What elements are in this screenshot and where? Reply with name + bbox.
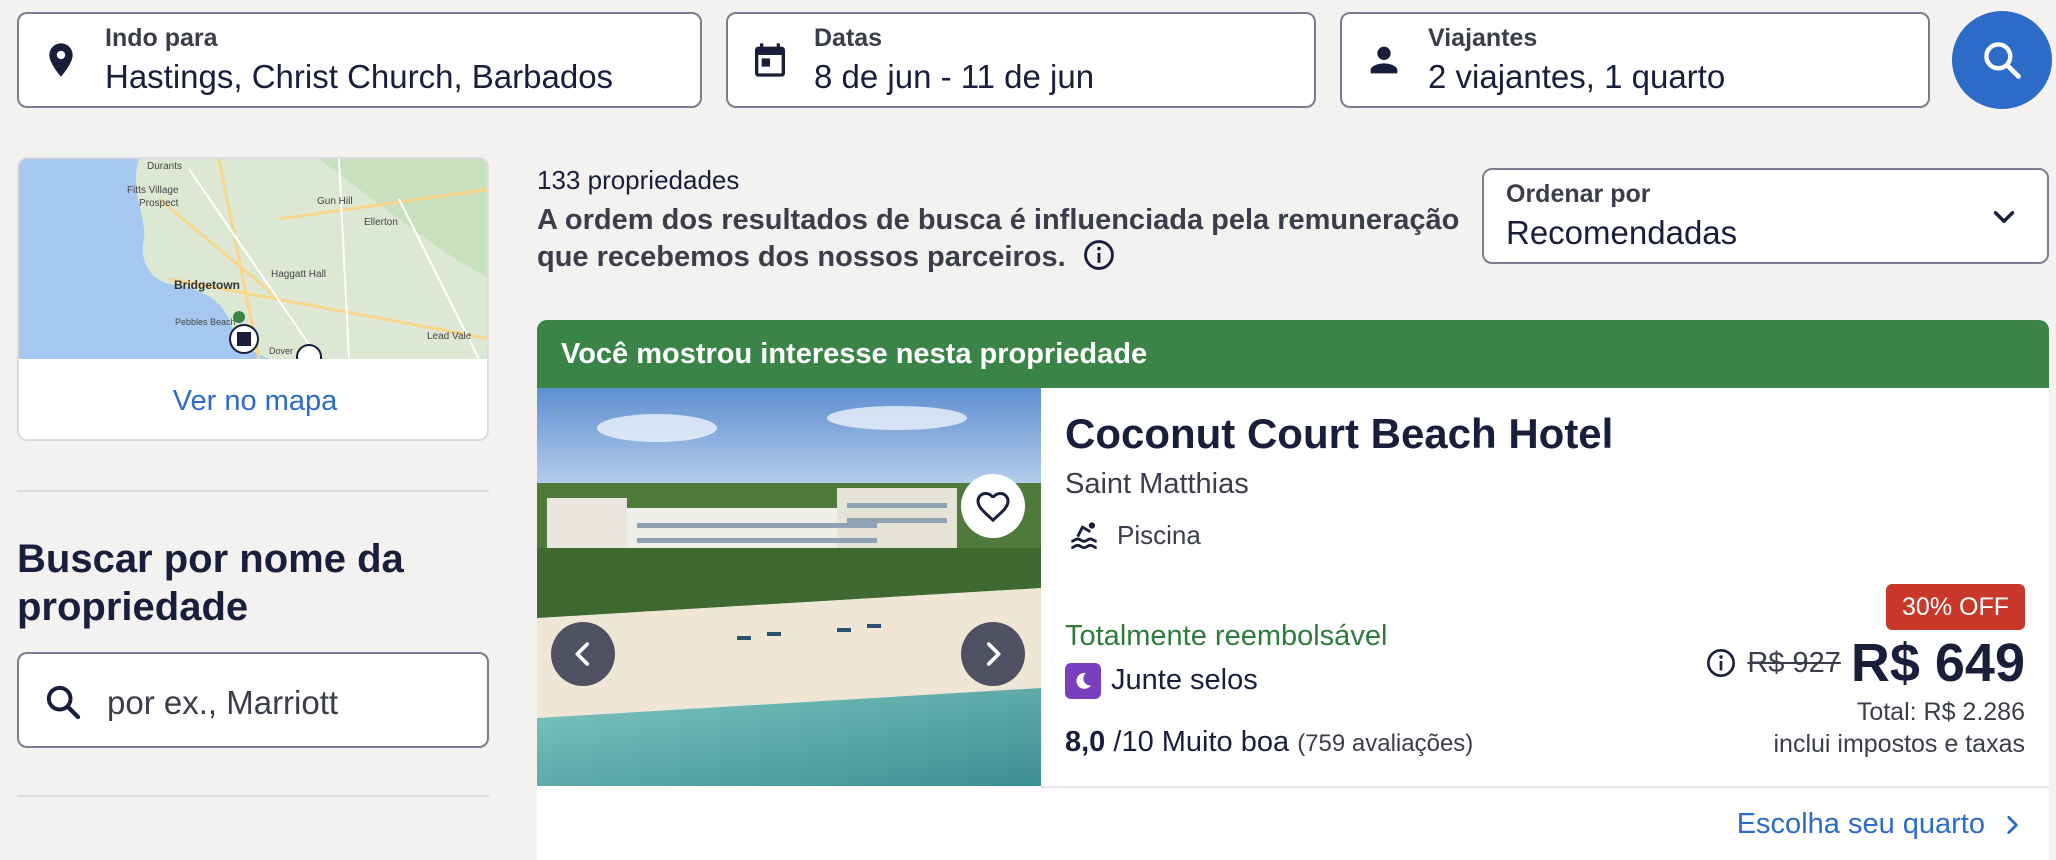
stamp-icon: [1065, 663, 1101, 699]
choose-room-link[interactable]: Escolha seu quarto: [1737, 808, 2025, 841]
original-price: R$ 927: [1747, 646, 1841, 679]
property-name-input[interactable]: por ex., Marriott: [17, 652, 489, 748]
chevron-right-icon: [2007, 815, 2018, 834]
map-label: Dover: [269, 346, 293, 356]
map-label: Haggatt Hall: [271, 269, 326, 280]
chevron-down-icon: [1993, 211, 2015, 223]
map-label: Durants: [147, 161, 182, 172]
property-name[interactable]: Coconut Court Beach Hotel: [1065, 410, 1613, 458]
destination-value: Hastings, Christ Church, Barbados: [105, 58, 614, 95]
refund-status: Totalmente reembolsável: [1065, 620, 1388, 652]
disclaimer-text: A ordem dos resultados de busca é influe…: [537, 204, 1460, 273]
map-thumbnail[interactable]: Durants Fitts Village Prospect Gun Hill …: [19, 159, 489, 359]
map-label: Gun Hill: [317, 196, 353, 207]
amenity-label: Piscina: [1117, 520, 1201, 550]
destination-field[interactable]: Indo para Hastings, Christ Church, Barba…: [17, 12, 702, 108]
heart-icon: [976, 491, 1010, 523]
divider: [17, 795, 489, 797]
hotel-photo-image: [537, 388, 1041, 786]
map-pin-icon: [49, 43, 73, 77]
search-button[interactable]: [1952, 11, 2052, 109]
taxes-note: inclui impostos e taxas: [1773, 730, 2025, 758]
interest-banner: Você mostrou interesse nesta propriedade: [537, 320, 2049, 388]
sort-label: Ordenar por: [1506, 180, 1651, 208]
price-row: R$ 927 R$ 649: [1705, 632, 2025, 694]
property-photo[interactable]: [537, 388, 1041, 786]
property-name-placeholder: por ex., Marriott: [107, 684, 339, 721]
results-count: 133 propriedades: [537, 165, 740, 195]
rating: 8,0 /10 Muito boa (759 avaliações): [1065, 726, 1473, 759]
moon-icon: [1076, 672, 1091, 689]
pool-icon: [1071, 522, 1097, 550]
rating-reviews: (759 avaliações): [1297, 730, 1474, 757]
rating-scale: /10 Muito boa: [1113, 726, 1290, 758]
property-name-search-title: Buscar por nome da propriedade: [17, 537, 404, 629]
sort-dropdown[interactable]: Ordenar por Recomendadas: [1482, 168, 2049, 264]
search-icon: [46, 685, 81, 720]
search-icon: [1984, 42, 2021, 79]
view-map-link[interactable]: Ver no mapa: [19, 359, 487, 439]
dates-label: Datas: [814, 24, 883, 52]
total-price: Total: R$ 2.286: [1856, 698, 2025, 726]
info-icon[interactable]: [1705, 647, 1737, 679]
chevron-left-icon: [575, 642, 590, 666]
choose-room-label: Escolha seu quarto: [1736, 808, 1985, 840]
property-card[interactable]: Você mostrou interesse nesta propriedade: [537, 320, 2049, 860]
travelers-label: Viajantes: [1428, 24, 1538, 52]
next-photo-button[interactable]: [961, 622, 1025, 686]
info-icon[interactable]: [1082, 238, 1116, 272]
rating-score: 8,0: [1065, 726, 1106, 758]
chevron-right-icon: [986, 642, 1001, 666]
map-label: Bridgetown: [174, 278, 240, 292]
card-divider: [1041, 786, 2049, 788]
calendar-icon: [755, 43, 785, 77]
destination-label: Indo para: [105, 24, 218, 52]
person-icon: [1370, 46, 1398, 74]
travelers-value: 2 viajantes, 1 quarto: [1428, 58, 1726, 95]
sort-value: Recomendadas: [1506, 214, 1738, 251]
dates-field[interactable]: Datas 8 de jun - 11 de jun: [726, 12, 1316, 108]
ranking-disclaimer: A ordem dos resultados de busca é influe…: [537, 202, 1467, 275]
divider: [17, 490, 489, 492]
travelers-field[interactable]: Viajantes 2 viajantes, 1 quarto: [1340, 12, 1930, 108]
map-card[interactable]: Durants Fitts Village Prospect Gun Hill …: [17, 157, 489, 441]
map-label: Fitts Village: [127, 185, 179, 196]
hotel-pin-icon[interactable]: [229, 324, 259, 354]
map-label: Prospect: [139, 198, 179, 209]
previous-photo-button[interactable]: [551, 622, 615, 686]
current-price: R$ 649: [1850, 633, 2025, 693]
map-label: Ellerton: [364, 217, 398, 228]
stamps-label: Junte selos: [1111, 664, 1258, 696]
map-label: Pebbles Beach: [175, 317, 236, 327]
map-label: Lead Vale: [427, 331, 472, 342]
hotel-pin-icon[interactable]: [296, 344, 322, 359]
discount-badge: 30% OFF: [1886, 584, 2025, 630]
favorite-button[interactable]: [961, 474, 1025, 538]
dates-value: 8 de jun - 11 de jun: [814, 58, 1095, 95]
property-area: Saint Matthias: [1065, 468, 1249, 500]
